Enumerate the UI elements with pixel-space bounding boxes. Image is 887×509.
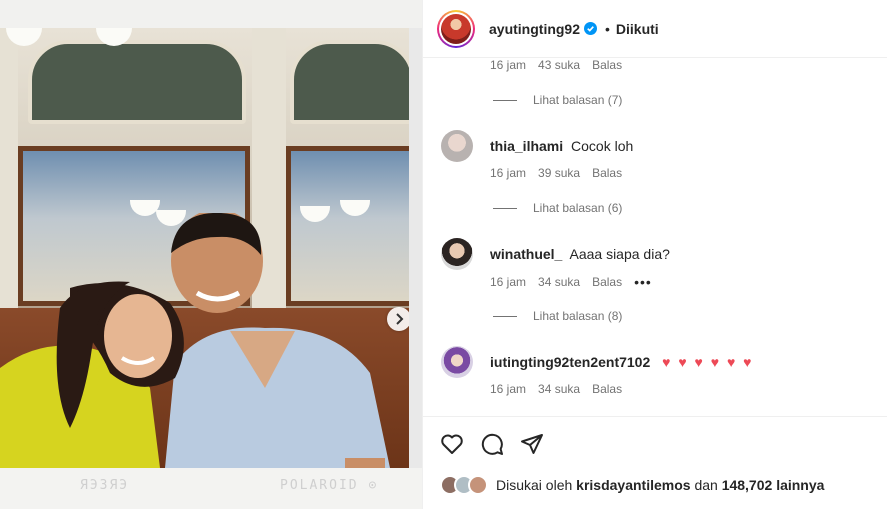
- comment-likes[interactable]: 34 suka: [538, 382, 580, 396]
- comment-meta: 16 jam 39 suka Balas: [490, 166, 622, 180]
- comment-item: winathuel_ Aaaa siapa dia?: [441, 238, 670, 270]
- post-actions: Disukai oleh krisdayantilemos dan 148,70…: [423, 416, 887, 509]
- comment-time: 16 jam: [490, 275, 527, 289]
- view-replies-label: Lihat balasan (6): [533, 201, 623, 215]
- view-replies-button[interactable]: Lihat balasan (6): [493, 201, 622, 215]
- reply-button[interactable]: Balas: [592, 382, 622, 396]
- view-replies-label: Lihat balasan (8): [533, 309, 623, 323]
- comment-item: thia_ilhami Cocok loh: [441, 130, 633, 162]
- likes-text[interactable]: Disukai oleh krisdayantilemos dan 148,70…: [496, 477, 824, 493]
- comment-likes[interactable]: 43 suka: [538, 58, 580, 72]
- pillar: [0, 28, 18, 308]
- commenter-username[interactable]: thia_ilhami: [490, 138, 563, 154]
- next-photo-button[interactable]: [387, 307, 409, 331]
- comment-meta: 16 jam 43 suka Balas: [490, 58, 622, 72]
- comment-item: iutingting92ten2ent7102 ♥ ♥ ♥ ♥ ♥ ♥: [441, 346, 753, 378]
- commenter-avatar[interactable]: [441, 238, 473, 270]
- comment-body: Aaaa siapa dia?: [569, 246, 670, 262]
- view-replies-label: Lihat balasan (7): [533, 93, 623, 107]
- reply-button[interactable]: Balas: [592, 166, 622, 180]
- post-media[interactable]: ЯЭЗЯЭ POLAROID ⊙: [0, 0, 422, 509]
- commenter-username[interactable]: winathuel_: [490, 246, 562, 262]
- more-options-button[interactable]: •••: [634, 274, 652, 290]
- heart-icon[interactable]: [440, 432, 464, 456]
- woman-figure: [0, 281, 184, 468]
- author-username[interactable]: ayutingting92: [489, 21, 580, 37]
- polaroid-scribble: ЯЭЗЯЭ: [80, 478, 130, 493]
- comments-list: 16 jam 43 suka Balas Lihat balasan (7) t…: [423, 58, 887, 416]
- author-avatar[interactable]: [437, 9, 475, 48]
- separator-dot: •: [605, 20, 610, 37]
- comment-time: 16 jam: [490, 382, 527, 396]
- reply-button[interactable]: Balas: [592, 275, 622, 289]
- comment-likes[interactable]: 39 suka: [538, 166, 580, 180]
- following-button[interactable]: Diikuti: [616, 21, 659, 37]
- comment-likes[interactable]: 34 suka: [538, 275, 580, 289]
- reply-button[interactable]: Balas: [592, 58, 622, 72]
- polaroid-brand-text: POLAROID ⊙: [280, 478, 379, 493]
- likes-connector: dan: [694, 477, 718, 493]
- comment-body: Cocok loh: [571, 138, 634, 154]
- author-avatar-image: [441, 13, 471, 44]
- commenter-username[interactable]: iutingting92ten2ent7102: [490, 354, 650, 370]
- share-icon[interactable]: [520, 432, 544, 456]
- chevron-right-icon: [396, 313, 404, 325]
- comment-text: thia_ilhami Cocok loh: [490, 138, 633, 154]
- action-icons: [440, 432, 544, 456]
- polaroid-top-border: [0, 0, 422, 28]
- comment-text: iutingting92ten2ent7102 ♥ ♥ ♥ ♥ ♥ ♥: [490, 354, 753, 370]
- comment-time: 16 jam: [490, 166, 527, 180]
- wall-panel: [290, 40, 409, 124]
- comment-body: ♥ ♥ ♥ ♥ ♥ ♥: [662, 354, 754, 370]
- commenter-avatar[interactable]: [441, 346, 473, 378]
- wall-panel: [28, 40, 246, 124]
- likes-suffix[interactable]: lainnya: [776, 477, 824, 493]
- likes-prefix: Disukai oleh: [496, 477, 573, 493]
- likes-summary: Disukai oleh krisdayantilemos dan 148,70…: [440, 475, 824, 495]
- post-sidebar: ayutingting92 • Diikuti 16 jam 43 suka B…: [422, 0, 887, 509]
- verified-badge-icon: [584, 22, 598, 35]
- comment-icon[interactable]: [480, 432, 504, 456]
- replies-line: [493, 315, 517, 317]
- view-replies-button[interactable]: Lihat balasan (8): [493, 309, 622, 323]
- comment-meta: 16 jam 34 suka Balas •••: [490, 274, 652, 290]
- replies-line: [493, 99, 517, 101]
- replies-line: [493, 207, 517, 209]
- post-header: ayutingting92 • Diikuti: [423, 0, 887, 58]
- comment-text: winathuel_ Aaaa siapa dia?: [490, 246, 670, 262]
- likes-count[interactable]: 148,702: [722, 477, 773, 493]
- post-photo[interactable]: [0, 28, 409, 468]
- liker-username[interactable]: krisdayantilemos: [576, 477, 690, 493]
- commenter-avatar[interactable]: [441, 130, 473, 162]
- comment-time: 16 jam: [490, 58, 527, 72]
- liker-avatar: [468, 475, 488, 495]
- view-replies-button[interactable]: Lihat balasan (7): [493, 93, 622, 107]
- comment-meta: 16 jam 34 suka Balas: [490, 382, 622, 396]
